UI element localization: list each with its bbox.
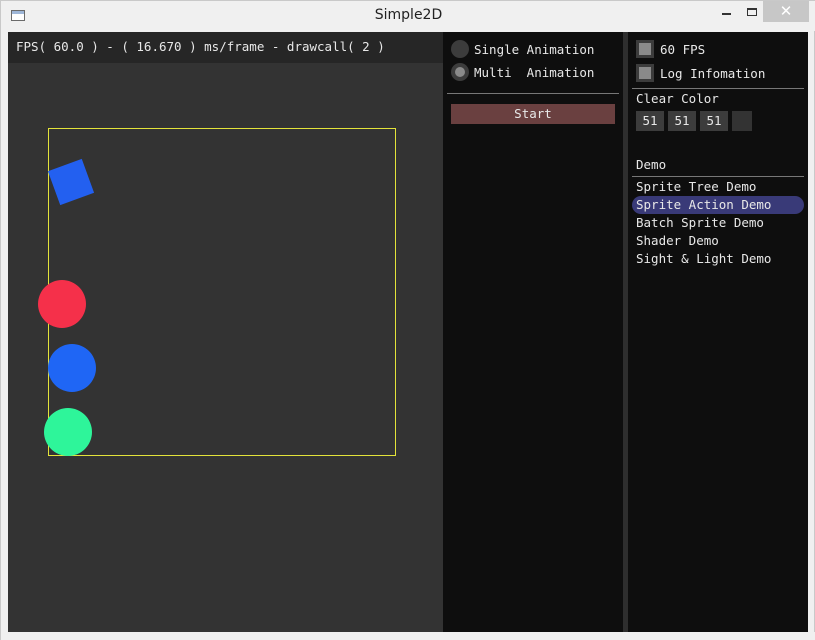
- checkbox-icon[interactable]: [636, 64, 654, 82]
- window-bottom-border: [1, 632, 815, 640]
- minimize-icon: [721, 12, 731, 15]
- maximize-icon: [747, 7, 757, 16]
- app-window: Simple2D ✕ FPS( 60.0 ) - ( 16.670 ) ms/f…: [0, 0, 815, 640]
- window-title: Simple2D: [374, 7, 443, 23]
- radio-button-icon[interactable]: [451, 40, 469, 58]
- title-bar[interactable]: Simple2D ✕: [1, 1, 815, 31]
- radio-multi-animation[interactable]: Multi Animation: [451, 62, 594, 82]
- green-circle-sprite: [44, 408, 92, 456]
- blue-circle-sprite: [48, 344, 96, 392]
- start-button[interactable]: Start: [451, 104, 615, 124]
- demo-item-sprite-action[interactable]: Sprite Action Demo: [632, 196, 804, 214]
- maximize-button[interactable]: [739, 1, 765, 22]
- client-area: FPS( 60.0 ) - ( 16.670 ) ms/frame - draw…: [8, 32, 808, 632]
- radio-button-selected-icon[interactable]: [451, 63, 469, 81]
- demo-header: Demo: [636, 157, 667, 172]
- radio-label: Single Animation: [474, 41, 595, 57]
- separator: [632, 88, 804, 89]
- demo-item-sprite-tree[interactable]: Sprite Tree Demo: [632, 178, 804, 196]
- clear-color-swatch[interactable]: [732, 111, 752, 131]
- minimize-button[interactable]: [713, 1, 739, 22]
- radio-label: Multi Animation: [474, 64, 595, 80]
- radio-single-animation[interactable]: Single Animation: [451, 39, 594, 59]
- settings-panel: 60 FPS Log Infomation Clear Color 51 51 …: [628, 32, 808, 632]
- clear-color-green-input[interactable]: 51: [668, 111, 696, 131]
- animation-panel: Single Animation Multi Animation Start: [443, 32, 623, 632]
- checkbox-label: 60 FPS: [660, 41, 706, 57]
- clear-color-blue-input[interactable]: 51: [700, 111, 728, 131]
- red-circle-sprite: [38, 280, 86, 328]
- close-button[interactable]: ✕: [763, 1, 809, 22]
- sprite-bounds-rect: [48, 128, 396, 456]
- clear-color-red-input[interactable]: 51: [636, 111, 664, 131]
- fps-readout: FPS( 60.0 ) - ( 16.670 ) ms/frame - draw…: [8, 32, 443, 63]
- demo-item-shader[interactable]: Shader Demo: [632, 232, 804, 250]
- separator: [447, 93, 619, 94]
- close-icon: ✕: [779, 2, 793, 20]
- demo-item-batch-sprite[interactable]: Batch Sprite Demo: [632, 214, 804, 232]
- checkbox-60-fps[interactable]: 60 FPS: [636, 39, 705, 59]
- checkbox-icon[interactable]: [636, 40, 654, 58]
- clear-color-label: Clear Color: [636, 91, 719, 106]
- separator: [632, 176, 804, 177]
- scene-view[interactable]: FPS( 60.0 ) - ( 16.670 ) ms/frame - draw…: [8, 32, 443, 632]
- checkbox-log-information[interactable]: Log Infomation: [636, 63, 765, 83]
- checkbox-label: Log Infomation: [660, 65, 766, 81]
- demo-item-sight-light[interactable]: Sight & Light Demo: [632, 250, 804, 268]
